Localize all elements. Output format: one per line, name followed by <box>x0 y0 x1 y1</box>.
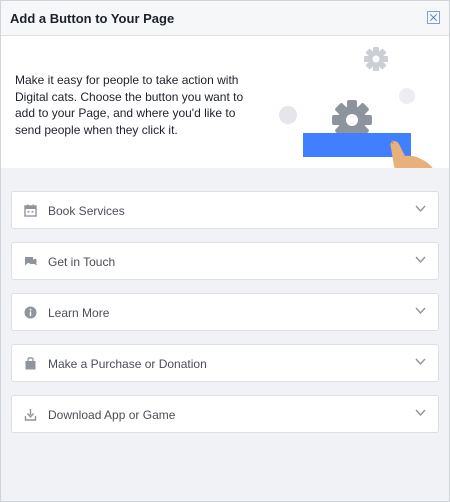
option-download-app-game[interactable]: Download App or Game <box>11 395 439 433</box>
download-icon <box>24 409 37 421</box>
option-learn-more[interactable]: Learn More <box>11 293 439 331</box>
chevron-down-icon <box>415 205 426 213</box>
hand-pointer-icon <box>390 139 433 168</box>
dialog-header: Add a Button to Your Page <box>1 1 449 36</box>
option-label: Download App or Game <box>48 408 176 422</box>
chevron-down-icon <box>415 307 426 315</box>
add-button-dialog: Add a Button to Your Page Make it easy f… <box>0 0 450 502</box>
close-icon[interactable] <box>427 11 440 24</box>
info-icon <box>24 306 37 319</box>
chevron-down-icon <box>415 256 426 264</box>
shopping-bag-icon <box>25 357 36 370</box>
option-label: Book Services <box>48 204 125 218</box>
intro-section: Make it easy for people to take action w… <box>1 36 449 168</box>
option-label: Learn More <box>48 306 110 320</box>
small-gear-icon <box>364 47 388 71</box>
button-options-list: Book Services Get in Touch Learn More Ma… <box>11 191 439 446</box>
option-get-in-touch[interactable]: Get in Touch <box>11 242 439 280</box>
chevron-down-icon <box>415 358 426 366</box>
intro-text: Make it easy for people to take action w… <box>15 73 244 137</box>
button-illustration <box>279 47 433 168</box>
chat-icon <box>25 257 37 266</box>
option-book-services[interactable]: Book Services <box>11 191 439 229</box>
chevron-down-icon <box>415 409 426 417</box>
option-label: Make a Purchase or Donation <box>48 357 207 371</box>
option-label: Get in Touch <box>48 255 116 269</box>
dialog-title: Add a Button to Your Page <box>10 11 175 26</box>
option-make-purchase-donation[interactable]: Make a Purchase or Donation <box>11 344 439 382</box>
calendar-icon <box>24 204 37 217</box>
